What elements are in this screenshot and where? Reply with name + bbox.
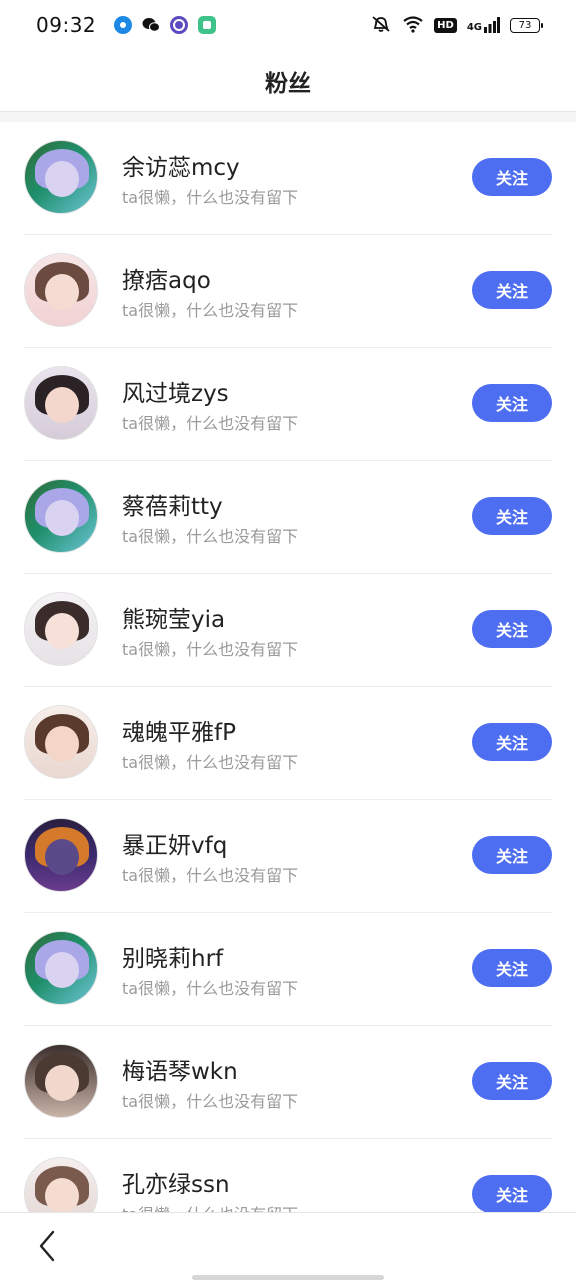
fan-name[interactable]: 魂魄平雅fP	[122, 713, 236, 747]
fan-list-item[interactable]: 梅语琴wkn ta很懒，什么也没有留下 关注	[24, 1026, 552, 1139]
page-header: 粉丝	[0, 50, 576, 112]
avatar-face-shape	[45, 387, 79, 423]
avatar-face-shape	[45, 952, 79, 988]
fan-bio: ta很懒，什么也没有留下	[122, 414, 299, 433]
fan-bio: ta很懒，什么也没有留下	[122, 527, 299, 546]
avatar-face-shape	[45, 161, 79, 197]
fan-avatar[interactable]	[24, 1157, 98, 1212]
fan-avatar[interactable]	[24, 479, 98, 553]
follow-button[interactable]: 关注	[472, 1175, 552, 1212]
avatar-face-shape	[45, 613, 79, 649]
fan-bio: ta很懒，什么也没有留下	[122, 1092, 299, 1111]
fan-list-item[interactable]: 熊琬莹yia ta很懒，什么也没有留下 关注	[24, 574, 552, 687]
avatar-face-shape	[45, 500, 79, 536]
fan-list-item[interactable]: 暴正妍vfq ta很懒，什么也没有留下 关注	[24, 800, 552, 913]
chevron-left-icon	[39, 1230, 55, 1262]
fan-bio: ta很懒，什么也没有留下	[122, 1201, 298, 1212]
fan-avatar[interactable]	[24, 366, 98, 440]
avatar-face-shape	[45, 1178, 79, 1212]
fan-list-item[interactable]: 孔亦绿ssn ta很懒，什么也没有留下 关注	[24, 1139, 552, 1212]
location-app-icon	[114, 16, 133, 34]
fan-name[interactable]: 撩痞aqo	[122, 261, 211, 295]
network-type: 4G	[466, 22, 482, 33]
notes-app-icon	[198, 16, 217, 34]
follow-button[interactable]: 关注	[472, 836, 552, 874]
hd-badge: HD	[434, 17, 457, 33]
avatar-face-shape	[45, 1065, 79, 1101]
fan-list-item[interactable]: 别晓莉hrf ta很懒，什么也没有留下 关注	[24, 913, 552, 1026]
fan-avatar[interactable]	[24, 705, 98, 779]
fan-avatar[interactable]	[24, 931, 98, 1005]
mute-icon	[370, 15, 392, 36]
home-indicator[interactable]	[192, 1275, 384, 1280]
fan-name[interactable]: 别晓莉hrf	[122, 939, 223, 973]
status-indicators: HD 4G 73	[370, 15, 543, 36]
follow-button[interactable]: 关注	[472, 723, 552, 761]
battery-icon: 73	[510, 17, 543, 33]
status-time: 09:32	[36, 13, 97, 37]
fan-name[interactable]: 暴正妍vfq	[122, 826, 227, 860]
fan-name[interactable]: 余访蕊mcy	[122, 148, 240, 182]
fan-name[interactable]: 熊琬莹yia	[122, 600, 225, 634]
follow-button[interactable]: 关注	[472, 384, 552, 422]
fan-avatar[interactable]	[24, 1044, 98, 1118]
fan-bio: ta很懒，什么也没有留下	[122, 640, 299, 659]
fan-name[interactable]: 风过境zys	[122, 374, 229, 408]
follow-button[interactable]: 关注	[472, 610, 552, 648]
fan-bio: ta很懒，什么也没有留下	[122, 301, 299, 320]
bottom-nav-bar	[0, 1212, 576, 1280]
status-app-icons	[114, 16, 217, 34]
fan-list-item[interactable]: 余访蕊mcy ta很懒，什么也没有留下 关注	[24, 122, 552, 235]
wechat-icon	[142, 16, 161, 34]
fan-bio: ta很懒，什么也没有留下	[122, 979, 299, 998]
browser-app-icon	[170, 16, 189, 34]
fan-name[interactable]: 蔡蓓莉tty	[122, 487, 223, 521]
follow-button[interactable]: 关注	[472, 949, 552, 987]
fan-avatar[interactable]	[24, 818, 98, 892]
fan-bio: ta很懒，什么也没有留下	[122, 753, 299, 772]
avatar-face-shape	[45, 274, 79, 310]
follow-button[interactable]: 关注	[472, 1062, 552, 1100]
follow-button[interactable]: 关注	[472, 271, 552, 309]
fan-bio: ta很懒，什么也没有留下	[122, 188, 299, 207]
status-bar: 09:32 HD 4G 73	[0, 0, 576, 50]
follow-button[interactable]: 关注	[472, 158, 552, 196]
fan-name[interactable]: 梅语琴wkn	[122, 1052, 238, 1086]
fan-list[interactable]: 余访蕊mcy ta很懒，什么也没有留下 关注 撩痞aqo ta很懒，什么也没有留下 关注风…	[0, 122, 576, 1212]
fan-list-item[interactable]: 风过境zys ta很懒，什么也没有留下 关注	[24, 348, 552, 461]
fan-list-item[interactable]: 撩痞aqo ta很懒，什么也没有留下 关注	[24, 235, 552, 348]
fan-name[interactable]: 孔亦绿ssn	[122, 1165, 230, 1199]
avatar-face-shape	[45, 839, 79, 875]
header-separator	[0, 112, 576, 122]
fan-list-item[interactable]: 魂魄平雅fP ta很懒，什么也没有留下 关注	[24, 687, 552, 800]
avatar-face-shape	[45, 726, 79, 762]
back-button[interactable]	[30, 1229, 64, 1263]
follow-button[interactable]: 关注	[472, 497, 552, 535]
wifi-icon	[402, 15, 424, 36]
signal-icon: 4G	[467, 17, 500, 33]
page-title: 粉丝	[265, 70, 311, 97]
fan-list-item[interactable]: 蔡蓓莉tty ta很懒，什么也没有留下 关注	[24, 461, 552, 574]
fan-bio: ta很懒，什么也没有留下	[122, 866, 299, 885]
fan-avatar[interactable]	[24, 253, 98, 327]
fan-avatar[interactable]	[24, 140, 98, 214]
fan-avatar[interactable]	[24, 592, 98, 666]
